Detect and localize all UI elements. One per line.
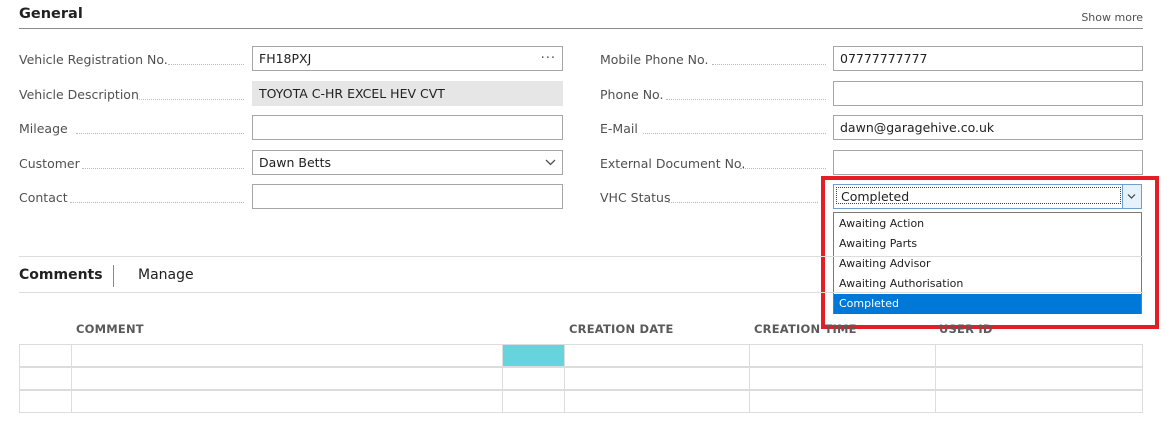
tab-manage[interactable]: Manage [138, 267, 194, 283]
cell[interactable] [503, 368, 565, 389]
creation-time-cell[interactable] [750, 345, 936, 366]
vhc-option-completed[interactable]: Completed [834, 294, 1141, 314]
vhc-status-value: Completed [836, 187, 1121, 204]
phone-input[interactable] [833, 81, 1143, 106]
active-cell[interactable] [503, 345, 565, 366]
contact-label: Contact [19, 190, 68, 205]
tab-separator [113, 265, 114, 287]
row-selector-cell[interactable] [20, 345, 72, 366]
creation-date-cell[interactable] [565, 391, 750, 412]
email-label: E-Mail [600, 121, 638, 136]
mobile-phone-label: Mobile Phone No. [600, 52, 709, 67]
vehicle-description-field: TOYOTA C-HR EXCEL HEV CVT [252, 81, 563, 106]
show-more-link[interactable]: Show more [1081, 11, 1143, 24]
email-value: dawn@garagehive.co.uk [840, 120, 995, 135]
vhc-status-select[interactable]: Completed [833, 184, 1142, 209]
vhc-status-options: Awaiting Action Awaiting Parts Awaiting … [833, 212, 1142, 314]
mileage-label: Mileage [19, 121, 68, 136]
comment-cell[interactable] [72, 345, 503, 366]
section-title-general[interactable]: General [19, 6, 83, 22]
label-leader [137, 99, 244, 100]
vehicle-description-label: Vehicle Description [19, 87, 139, 102]
email-input[interactable]: dawn@garagehive.co.uk [833, 115, 1143, 140]
table-row[interactable] [19, 344, 1143, 367]
creation-time-cell[interactable] [750, 368, 936, 389]
comment-cell[interactable] [72, 391, 503, 412]
column-header-comment[interactable]: COMMENT [76, 322, 144, 336]
vhc-option-awaiting-action[interactable]: Awaiting Action [834, 214, 1141, 234]
vehicle-registration-field[interactable]: FH18PXJ ··· [252, 46, 563, 71]
chevron-down-icon [545, 159, 556, 166]
vhc-dropdown-button[interactable] [1122, 185, 1141, 208]
vhc-option-awaiting-parts[interactable]: Awaiting Parts [834, 234, 1141, 254]
label-leader [740, 168, 826, 169]
external-doc-label: External Document No. [600, 156, 746, 171]
column-header-creation-date[interactable]: CREATION DATE [569, 322, 674, 336]
vhc-option-awaiting-advisor[interactable]: Awaiting Advisor [834, 254, 1141, 274]
label-leader [643, 133, 826, 134]
contact-input[interactable] [252, 184, 563, 209]
creation-time-cell[interactable] [750, 391, 936, 412]
vhc-status-label: VHC Status [600, 190, 671, 205]
label-leader [668, 202, 818, 203]
label-leader [82, 168, 244, 169]
label-leader [666, 99, 826, 100]
row-selector-cell[interactable] [20, 368, 72, 389]
vehicle-registration-value: FH18PXJ [259, 51, 312, 66]
phone-label: Phone No. [600, 87, 664, 102]
customer-value: Dawn Betts [259, 155, 331, 170]
comment-cell[interactable] [72, 368, 503, 389]
external-doc-input[interactable] [833, 150, 1143, 175]
section-divider [19, 256, 1143, 257]
mobile-phone-input[interactable]: 07777777777 [833, 46, 1143, 71]
label-leader [168, 64, 244, 65]
table-row[interactable] [19, 367, 1143, 390]
creation-date-cell[interactable] [565, 368, 750, 389]
row-selector-cell[interactable] [20, 391, 72, 412]
mileage-input[interactable] [252, 115, 563, 140]
cell[interactable] [503, 391, 565, 412]
vehicle-description-value: TOYOTA C-HR EXCEL HEV CVT [259, 86, 445, 101]
customer-select[interactable]: Dawn Betts [252, 150, 563, 175]
section-divider [19, 28, 1143, 29]
tab-comments[interactable]: Comments [19, 267, 103, 283]
mobile-phone-value: 07777777777 [840, 51, 928, 66]
table-row[interactable] [19, 390, 1143, 413]
vehicle-registration-label: Vehicle Registration No. [19, 52, 168, 67]
label-leader [712, 64, 826, 65]
vhc-option-awaiting-authorisation[interactable]: Awaiting Authorisation [834, 274, 1141, 294]
column-header-creation-time[interactable]: CREATION TIME [754, 322, 857, 336]
chevron-down-icon [1127, 194, 1136, 199]
tabs-divider [19, 292, 1143, 293]
label-leader [76, 133, 244, 134]
customer-label: Customer [19, 156, 80, 171]
column-header-user-id[interactable]: USER ID [939, 322, 993, 336]
label-leader [70, 202, 244, 203]
ellipsis-icon[interactable]: ··· [541, 47, 556, 70]
creation-date-cell[interactable] [565, 345, 750, 366]
